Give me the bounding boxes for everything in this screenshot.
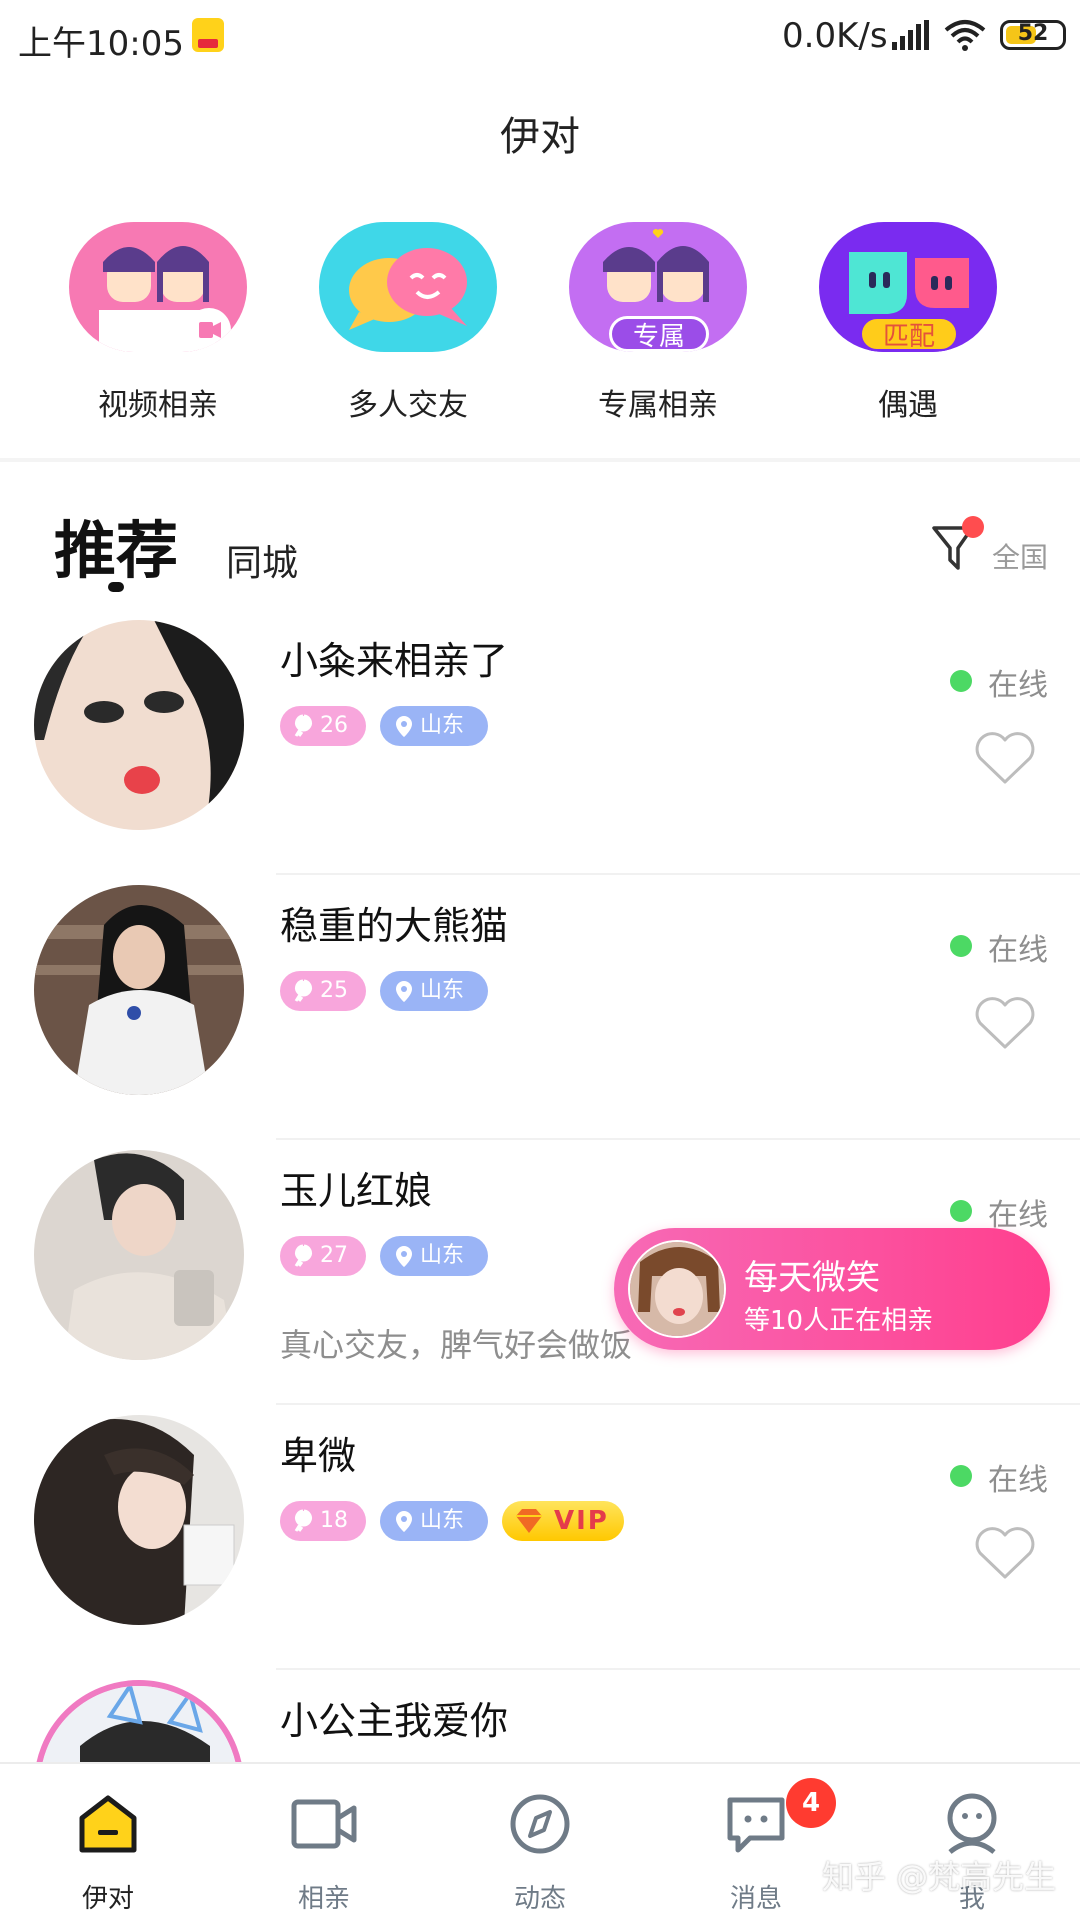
location-value: 山东	[420, 1243, 465, 1268]
age-value: 26	[320, 713, 348, 738]
age-badge: 25	[280, 971, 366, 1011]
video-date-icon	[69, 222, 247, 352]
tab-active-indicator	[108, 582, 124, 592]
online-indicator	[950, 1465, 972, 1487]
online-status: 在线	[988, 933, 1048, 968]
network-speed: 0.0K/s	[782, 16, 888, 56]
home-icon	[79, 1795, 137, 1853]
tab-recommend[interactable]: 推荐	[54, 500, 178, 590]
wifi-icon	[944, 20, 986, 51]
online-status: 在线	[988, 668, 1048, 703]
compass-icon	[510, 1794, 570, 1854]
list-item[interactable]: 卑微 18 山东 VIP 在线	[0, 1405, 1080, 1670]
online-indicator	[950, 1200, 972, 1222]
quick-actions: 视频相亲 多人交友 专属 专属相亲 匹配 偶遇	[0, 222, 1080, 432]
battery-icon: 52	[1000, 20, 1066, 50]
age-value: 27	[320, 1243, 348, 1268]
age-badge: 18	[280, 1501, 366, 1541]
list-item[interactable]: 小粂来相亲了 26 山东 在线	[0, 610, 1080, 875]
age-value: 25	[320, 978, 348, 1003]
online-status: 在线	[988, 1198, 1048, 1233]
avatar[interactable]	[34, 1150, 244, 1360]
group-chat-icon	[319, 222, 497, 352]
age-badge: 27	[280, 1236, 366, 1276]
quick-action-exclusive-date[interactable]: 专属 专属相亲	[558, 222, 758, 424]
status-time: 上午10:05	[18, 24, 184, 64]
battery-level: 52	[1017, 21, 1049, 46]
user-name: 小粂来相亲了	[280, 639, 509, 683]
quick-action-label: 视频相亲	[98, 388, 218, 423]
vip-label: VIP	[554, 1506, 609, 1536]
location-pin-icon	[396, 1511, 412, 1532]
age-icon	[294, 714, 312, 737]
banner-subtitle: 等10人正在相亲	[744, 1306, 934, 1336]
heart-icon[interactable]	[974, 1525, 1036, 1581]
nav-label: 伊对	[81, 1884, 134, 1914]
location-pin-icon	[396, 981, 412, 1002]
age-badge: 26	[280, 706, 366, 746]
diamond-icon	[516, 1509, 542, 1533]
page-title: 伊对	[500, 114, 580, 160]
banner-title: 每天微笑	[744, 1258, 880, 1298]
quick-action-label: 专属相亲	[598, 388, 718, 423]
age-icon	[294, 1244, 312, 1267]
user-name: 稳重的大熊猫	[280, 904, 509, 948]
app-notification-icon	[192, 18, 224, 52]
match-tag: 匹配	[859, 316, 959, 352]
banner-avatar	[628, 1240, 726, 1338]
nav-label: 相亲	[297, 1884, 350, 1914]
nav-label: 消息	[729, 1884, 782, 1914]
status-bar: 上午10:05 0.0K/s 52	[0, 0, 1080, 72]
section-divider	[0, 458, 1080, 462]
quick-action-video-date[interactable]: 视频相亲	[58, 222, 258, 424]
location-value: 山东	[420, 978, 465, 1003]
avatar[interactable]	[34, 885, 244, 1095]
user-name: 小公主我爱你	[280, 1699, 509, 1743]
location-badge: 山东	[380, 1501, 488, 1541]
online-indicator	[950, 670, 972, 692]
age-icon	[294, 979, 312, 1002]
quick-action-label: 偶遇	[878, 388, 938, 423]
message-count-badge: 4	[786, 1778, 836, 1828]
message-icon	[727, 1797, 785, 1853]
location-pin-icon	[396, 1246, 412, 1267]
signal-icon	[892, 20, 929, 50]
nav-label: 动态	[513, 1884, 566, 1914]
user-name: 玉儿红娘	[280, 1169, 433, 1213]
video-camera-icon	[291, 1799, 357, 1849]
exclusive-tag: 专属	[609, 316, 709, 352]
region-filter[interactable]: 全国	[992, 536, 1048, 576]
list-item[interactable]: 稳重的大熊猫 25 山东 在线	[0, 875, 1080, 1140]
user-bio: 真心交友，脾气好会做饭	[280, 1326, 633, 1364]
avatar[interactable]	[34, 1415, 244, 1625]
location-pin-icon	[396, 716, 412, 737]
quick-action-match[interactable]: 匹配 偶遇	[808, 222, 1008, 424]
exclusive-date-icon: 专属	[569, 222, 747, 352]
match-icon: 匹配	[819, 222, 997, 352]
location-value: 山东	[420, 1508, 465, 1533]
age-icon	[294, 1509, 312, 1532]
tab-same-city[interactable]: 同城	[226, 534, 298, 586]
nav-moments[interactable]: 动态	[470, 1792, 610, 1915]
location-badge: 山东	[380, 971, 488, 1011]
online-indicator	[950, 935, 972, 957]
heart-icon[interactable]	[974, 995, 1036, 1051]
quick-action-label: 多人交友	[348, 388, 468, 423]
profile-icon	[947, 1793, 997, 1854]
vip-badge: VIP	[502, 1501, 624, 1541]
quick-action-group-chat[interactable]: 多人交友	[308, 222, 508, 424]
user-name: 卑微	[280, 1434, 357, 1478]
nav-video-date[interactable]: 相亲	[254, 1792, 394, 1915]
age-value: 18	[320, 1508, 348, 1533]
avatar[interactable]	[34, 620, 244, 830]
filter-notification-dot	[962, 516, 984, 538]
live-date-banner[interactable]: 每天微笑 等10人正在相亲	[614, 1228, 1050, 1350]
nav-home[interactable]: 伊对	[38, 1792, 178, 1915]
online-status: 在线	[988, 1463, 1048, 1498]
location-badge: 山东	[380, 1236, 488, 1276]
watermark: 知乎 @梵高先生	[822, 1858, 1057, 1896]
heart-icon[interactable]	[974, 730, 1036, 786]
location-badge: 山东	[380, 706, 488, 746]
location-value: 山东	[420, 713, 465, 738]
